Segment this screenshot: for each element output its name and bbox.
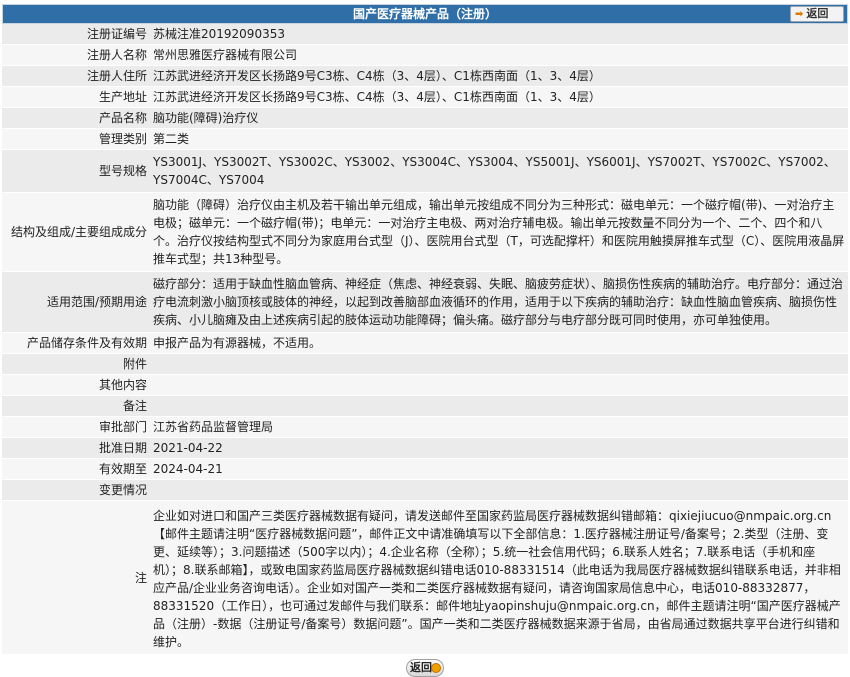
- row-label: 结构及组成/主要组成成分: [2, 192, 150, 272]
- row-value: [150, 479, 848, 501]
- row-approval-date: 批准日期 2021-04-22: [2, 437, 848, 459]
- row-value: 江苏武进经济开发区长扬路9号C3栋、C4栋（3、4层）、C1栋西南面（1、3、4…: [150, 86, 848, 108]
- row-label: 其他内容: [2, 374, 150, 396]
- detail-table: 注册证编号 苏械注准20192090353 注册人名称 常州思雅医疗器械有限公司…: [2, 24, 848, 655]
- row-model-spec: 型号规格 YS3001J、YS3002T、YS3002C、YS3002、YS30…: [2, 149, 848, 193]
- row-value: 脑功能（障碍）治疗仪由主机及若干输出单元组成，输出单元按组成不同分为三种形式：磁…: [150, 192, 848, 272]
- row-label: 注册人住所: [2, 65, 150, 87]
- row-label: 有效期至: [2, 458, 150, 480]
- row-registration-number: 注册证编号 苏械注准20192090353: [2, 24, 848, 45]
- row-value: 企业如对进口和国产三类医疗器械数据有疑问，请发送邮件至国家药监局医疗器械数据纠错…: [150, 500, 848, 655]
- row-product-name: 产品名称 脑功能(障碍)治疗仪: [2, 107, 848, 129]
- row-label: 管理类别: [2, 128, 150, 150]
- row-label: 产品名称: [2, 107, 150, 129]
- row-label: 产品储存条件及有效期: [2, 332, 150, 354]
- row-value: 常州思雅医疗器械有限公司: [150, 44, 848, 66]
- row-structure-composition: 结构及组成/主要组成成分 脑功能（障碍）治疗仪由主机及若干输出单元组成，输出单元…: [2, 192, 848, 272]
- row-label: 型号规格: [2, 149, 150, 193]
- row-management-category: 管理类别 第二类: [2, 128, 848, 150]
- row-label: 注册证编号: [2, 24, 150, 45]
- row-registrant-address: 注册人住所 江苏武进经济开发区长扬路9号C3栋、C4栋（3、4层）、C1栋西南面…: [2, 65, 848, 87]
- row-note: 注 企业如对进口和国产三类医疗器械数据有疑问，请发送邮件至国家药监局医疗器械数据…: [2, 500, 848, 655]
- row-value: 江苏省药品监督管理局: [150, 416, 848, 438]
- back-button[interactable]: ➡ 返回: [790, 6, 844, 22]
- back-button-label: 返回: [806, 7, 829, 20]
- row-value: 江苏武进经济开发区长扬路9号C3栋、C4栋（3、4层）、C1栋西南面（1、3、4…: [150, 65, 848, 87]
- row-label: 审批部门: [2, 416, 150, 438]
- row-remarks: 备注: [2, 395, 848, 417]
- row-value: YS3001J、YS3002T、YS3002C、YS3002、YS3004C、Y…: [150, 149, 848, 193]
- row-value: 2024-04-21: [150, 458, 848, 480]
- row-value: [150, 374, 848, 396]
- row-value: [150, 353, 848, 375]
- row-approval-department: 审批部门 江苏省药品监督管理局: [2, 416, 848, 438]
- detail-panel: 国产医疗器械产品（注册） ➡ 返回 注册证编号 苏械注准20192090353 注…: [2, 4, 848, 677]
- row-label: 注册人名称: [2, 44, 150, 66]
- row-storage-validity: 产品储存条件及有效期 申报产品为有源器械，不适用。: [2, 332, 848, 354]
- row-label: 附件: [2, 353, 150, 375]
- row-label: 注: [2, 500, 150, 655]
- row-label: 适用范围/预期用途: [2, 271, 150, 333]
- return-arrow-icon: [431, 663, 441, 673]
- row-label: 批准日期: [2, 437, 150, 459]
- row-value: 2021-04-22: [150, 437, 848, 459]
- row-value: 磁疗部分：适用于缺血性脑血管病、神经症（焦虑、神经衰弱、失眠、脑疲劳症状）、脑损…: [150, 271, 848, 333]
- row-value: 苏械注准20192090353: [150, 24, 848, 45]
- page-title: 国产医疗器械产品（注册）: [352, 7, 497, 21]
- row-registrant-name: 注册人名称 常州思雅医疗器械有限公司: [2, 44, 848, 66]
- return-button[interactable]: 返回: [406, 659, 444, 677]
- row-value: 申报产品为有源器械，不适用。: [150, 332, 848, 354]
- row-value: [150, 395, 848, 417]
- row-label: 备注: [2, 395, 150, 417]
- back-arrow-icon: ➡: [795, 9, 804, 20]
- row-valid-until: 有效期至 2024-04-21: [2, 458, 848, 480]
- row-production-address: 生产地址 江苏武进经济开发区长扬路9号C3栋、C4栋（3、4层）、C1栋西南面（…: [2, 86, 848, 108]
- row-label: 生产地址: [2, 86, 150, 108]
- title-bar: 国产医疗器械产品（注册） ➡ 返回: [2, 4, 848, 24]
- row-value: 脑功能(障碍)治疗仪: [150, 107, 848, 129]
- row-attachments: 附件: [2, 353, 848, 375]
- row-intended-use: 适用范围/预期用途 磁疗部分：适用于缺血性脑血管病、神经症（焦虑、神经衰弱、失眠…: [2, 271, 848, 333]
- row-other-content: 其他内容: [2, 374, 848, 396]
- row-label: 变更情况: [2, 479, 150, 501]
- row-value: 第二类: [150, 128, 848, 150]
- footer: 返回: [2, 655, 848, 677]
- return-button-label: 返回: [410, 661, 432, 674]
- row-change-history: 变更情况: [2, 479, 848, 501]
